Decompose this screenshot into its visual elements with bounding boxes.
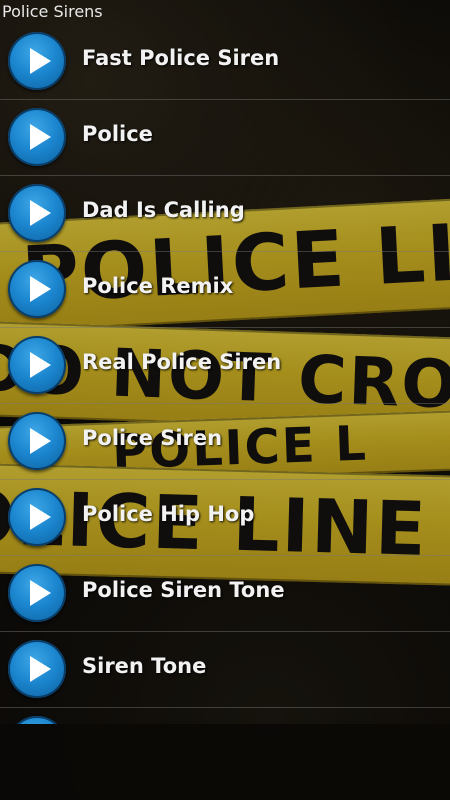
list-item-partial[interactable] [0,708,450,724]
play-icon [30,504,51,530]
play-button[interactable] [8,716,66,724]
play-button[interactable] [8,488,66,546]
list-item[interactable]: Dad Is Calling [0,176,450,252]
bottom-area [0,724,450,800]
list-item[interactable]: Police Siren Tone [0,556,450,632]
play-icon [30,200,51,226]
play-icon [30,276,51,302]
list-item[interactable]: Police Hip Hop [0,480,450,556]
list-item-label: Police [82,122,153,146]
sound-list[interactable]: Fast Police Siren Police Dad Is Calling … [0,24,450,724]
play-button[interactable] [8,184,66,242]
play-button[interactable] [8,108,66,166]
play-button[interactable] [8,336,66,394]
list-item-label: Fast Police Siren [82,46,280,70]
play-button[interactable] [8,260,66,318]
list-item-label: Police Siren Tone [82,578,285,602]
play-button[interactable] [8,32,66,90]
list-item-label: Police Siren [82,426,223,450]
list-item[interactable]: Siren Tone [0,632,450,708]
list-item[interactable]: Real Police Siren [0,328,450,404]
play-button[interactable] [8,640,66,698]
play-icon [30,48,51,74]
play-icon [30,580,51,606]
play-icon [8,716,66,724]
list-item[interactable]: Police Siren [0,404,450,480]
list-item-label: Siren Tone [82,654,207,678]
play-icon [30,656,51,682]
list-item-label: Police Hip Hop [82,502,255,526]
page-title: Police Sirens [2,2,103,21]
list-item-label: Police Remix [82,274,234,298]
play-button[interactable] [8,412,66,470]
list-item[interactable]: Police [0,100,450,176]
list-item-label: Dad Is Calling [82,198,245,222]
list-item-label: Real Police Siren [82,350,282,374]
play-icon [30,124,51,150]
play-button[interactable] [8,564,66,622]
play-icon [30,428,51,454]
play-icon [30,352,51,378]
list-item[interactable]: Police Remix [0,252,450,328]
list-item[interactable]: Fast Police Siren [0,24,450,100]
